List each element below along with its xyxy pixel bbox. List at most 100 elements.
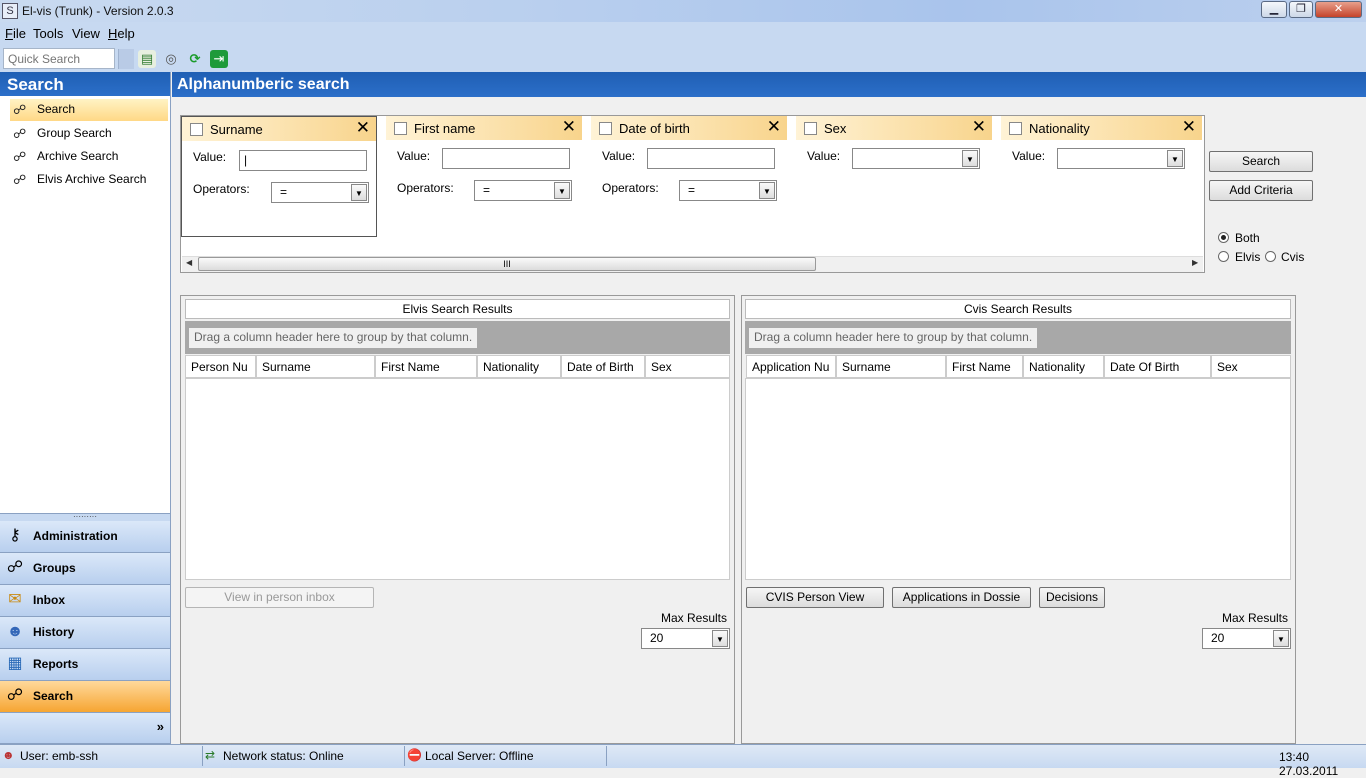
add-criteria-button[interactable]: Add Criteria <box>1209 180 1313 201</box>
pane-splitter[interactable]: ········· <box>0 513 170 521</box>
remove-criterion-icon[interactable]: ✕ <box>562 118 576 136</box>
decisions-button[interactable]: Decisions <box>1039 587 1105 608</box>
cvis-group-bar[interactable]: Drag a column header here to group by th… <box>745 321 1291 354</box>
search-button[interactable]: Search <box>1209 151 1313 172</box>
dropdown-arrow-icon[interactable]: ▼ <box>554 182 570 199</box>
nav-item-elvis-archive-search[interactable]: ☍ Elvis Archive Search <box>10 169 168 191</box>
group-hint: Drag a column header here to group by th… <box>749 328 1038 348</box>
elvis-group-bar[interactable]: Drag a column header here to group by th… <box>185 321 730 354</box>
nationality-value-select[interactable]: ▼ <box>1057 148 1185 169</box>
nav-button-administration[interactable]: ⚷ Administration <box>0 521 170 553</box>
nav-pane-header: Search <box>0 72 170 96</box>
scope-both-radio[interactable] <box>1218 232 1229 243</box>
cvis-results-grid[interactable] <box>745 378 1291 580</box>
nav-button-groups[interactable]: ☍ Groups <box>0 553 170 585</box>
cvis-max-results-select[interactable]: 20 ▼ <box>1202 628 1291 649</box>
elvis-max-results-select[interactable]: 20 ▼ <box>641 628 730 649</box>
scope-elvis-radio[interactable] <box>1218 251 1229 262</box>
cvis-col-sex[interactable]: Sex <box>1211 355 1291 378</box>
nav-button-inbox[interactable]: ✉ Inbox <box>0 585 170 617</box>
remove-criterion-icon[interactable]: ✕ <box>356 119 370 137</box>
network-icon: ⇄ <box>205 748 216 762</box>
first-name-operator-select[interactable]: = ▼ <box>474 180 572 201</box>
sex-value-select[interactable]: ▼ <box>852 148 980 169</box>
document-list-icon[interactable]: ▤ <box>138 50 156 68</box>
nav-item-group-search[interactable]: ☍ Group Search <box>10 123 168 145</box>
cvis-person-view-button[interactable]: CVIS Person View <box>746 587 884 608</box>
elvis-col-first-name[interactable]: First Name <box>375 355 477 378</box>
cvis-col-nationality[interactable]: Nationality <box>1023 355 1104 378</box>
scrollbar-thumb[interactable]: III <box>198 257 816 271</box>
title-bar <box>0 0 1366 22</box>
remove-criterion-icon[interactable]: ✕ <box>767 118 781 136</box>
date-of-birth-operator-select[interactable]: = ▼ <box>679 180 777 201</box>
criterion-checkbox[interactable] <box>394 122 407 135</box>
nav-item-search[interactable]: ☍ Search <box>10 99 168 121</box>
criterion-checkbox[interactable] <box>599 122 612 135</box>
nav-item-label: Elvis Archive Search <box>37 172 147 186</box>
nav-expand-button[interactable]: » <box>0 713 170 744</box>
menu-file[interactable]: File <box>5 26 26 41</box>
elvis-col-nationality[interactable]: Nationality <box>477 355 561 378</box>
criterion-title: Nationality <box>1029 121 1090 136</box>
cvis-col-date-of-birth[interactable]: Date Of Birth <box>1104 355 1211 378</box>
nav-item-archive-search[interactable]: ☍ Archive Search <box>10 146 168 168</box>
elvis-col-surname[interactable]: Surname <box>256 355 375 378</box>
refresh-icon[interactable]: ⟳ <box>186 50 204 68</box>
scope-cvis-radio[interactable] <box>1265 251 1276 262</box>
criterion-first-name: First name ✕ Value: Operators: = ▼ <box>386 116 582 236</box>
elvis-col-person-number[interactable]: Person Nu <box>185 355 256 378</box>
first-name-value-input[interactable] <box>442 148 570 169</box>
nav-button-reports[interactable]: ▦ Reports <box>0 649 170 681</box>
menu-tools[interactable]: Tools <box>33 26 63 41</box>
applications-in-dossier-button[interactable]: Applications in Dossie <box>892 587 1031 608</box>
criterion-checkbox[interactable] <box>804 122 817 135</box>
view-in-person-inbox-button[interactable]: View in person inbox <box>185 587 374 608</box>
criterion-checkbox[interactable] <box>190 123 203 136</box>
dropdown-arrow-icon[interactable]: ▼ <box>962 150 978 167</box>
cvis-col-surname[interactable]: Surname <box>836 355 946 378</box>
user-icon: ☻ <box>2 748 15 762</box>
envelope-icon: ✉ <box>8 591 22 608</box>
date-of-birth-value-input[interactable] <box>647 148 775 169</box>
operators-label: Operators: <box>397 181 454 195</box>
criterion-sex: Sex ✕ Value: ▼ <box>796 116 992 236</box>
dropdown-arrow-icon[interactable]: ▼ <box>759 182 775 199</box>
criterion-title: Sex <box>824 121 847 136</box>
report-icon: ▦ <box>7 655 23 672</box>
nav-button-history[interactable]: ☻ History <box>0 617 170 649</box>
elvis-max-results-label: Max Results <box>661 611 728 625</box>
minimize-button[interactable]: ▁ <box>1261 1 1287 18</box>
elvis-results-grid[interactable] <box>185 378 730 580</box>
elvis-col-date-of-birth[interactable]: Date of Birth <box>561 355 645 378</box>
nav-button-search[interactable]: ☍ Search <box>0 681 170 713</box>
app-icon[interactable]: S <box>2 3 18 19</box>
menu-bar <box>0 22 1366 45</box>
cvis-max-results-label: Max Results <box>1222 611 1289 625</box>
quick-search-input[interactable] <box>3 48 115 69</box>
cvis-col-application-number[interactable]: Application Nu <box>746 355 836 378</box>
surname-operator-select[interactable]: = ▼ <box>271 182 369 203</box>
status-datetime: 13:40 27.03.2011 <box>1279 750 1339 778</box>
elvis-col-sex[interactable]: Sex <box>645 355 730 378</box>
exit-icon[interactable]: ⇥ <box>210 50 228 68</box>
scroll-right-icon[interactable]: ▶ <box>1192 258 1198 267</box>
dropdown-arrow-icon[interactable]: ▼ <box>351 184 367 201</box>
criterion-date-of-birth: Date of birth ✕ Value: Operators: = ▼ <box>591 116 787 236</box>
dropdown-arrow-icon[interactable]: ▼ <box>712 630 728 647</box>
dropdown-arrow-icon[interactable]: ▼ <box>1273 630 1289 647</box>
menu-help[interactable]: Help <box>108 26 135 41</box>
remove-criterion-icon[interactable]: ✕ <box>972 118 986 136</box>
menu-view[interactable]: View <box>72 26 100 41</box>
cvis-col-first-name[interactable]: First Name <box>946 355 1023 378</box>
scroll-left-icon[interactable]: ◀ <box>186 258 192 267</box>
dropdown-arrow-icon[interactable]: ▼ <box>1167 150 1183 167</box>
criterion-checkbox[interactable] <box>1009 122 1022 135</box>
criterion-header: Date of birth ✕ <box>591 116 787 140</box>
maximize-button[interactable]: ❐ <box>1289 1 1313 18</box>
surname-value-input[interactable]: | <box>239 150 367 171</box>
fingerprint-icon[interactable]: ◎ <box>162 50 180 68</box>
remove-criterion-icon[interactable]: ✕ <box>1182 118 1196 136</box>
close-button[interactable]: ✕ <box>1315 1 1362 18</box>
binoculars-icon: ☍ <box>6 687 24 704</box>
